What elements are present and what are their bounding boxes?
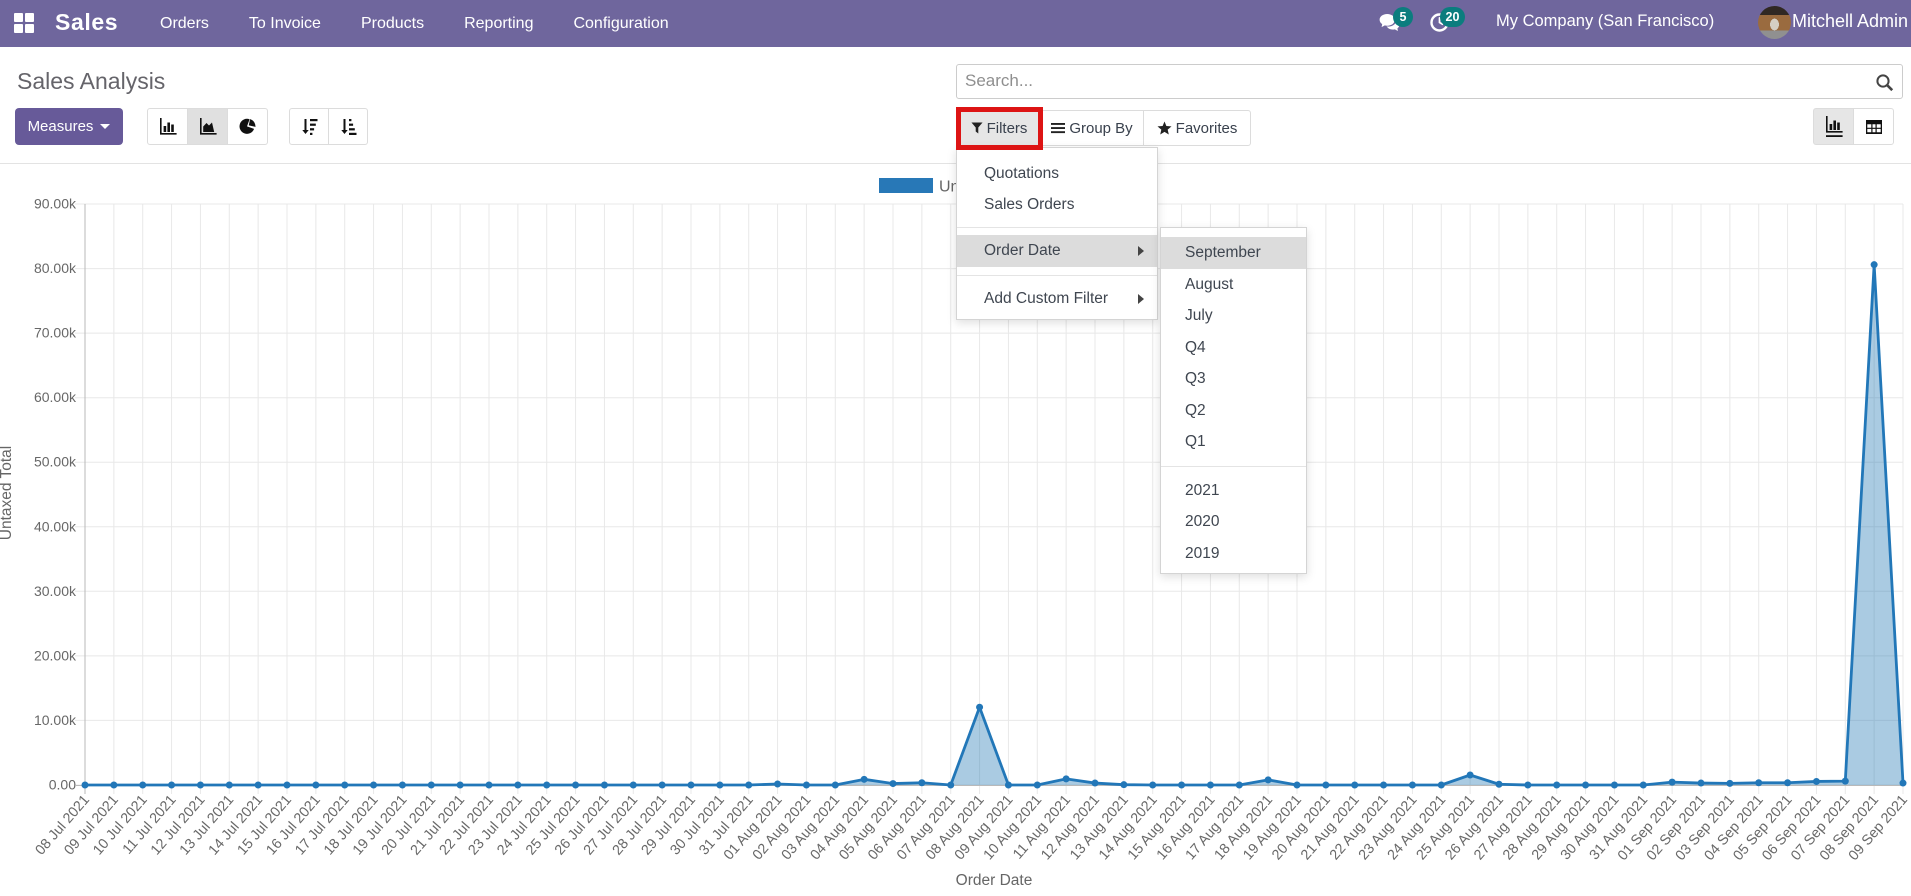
svg-text:40.00k: 40.00k (34, 518, 77, 534)
svg-text:20.00k: 20.00k (34, 647, 77, 663)
svg-text:70.00k: 70.00k (34, 325, 77, 341)
svg-text:Order Date: Order Date (956, 872, 1033, 889)
svg-text:Untaxed Total: Untaxed Total (0, 446, 15, 541)
svg-text:10.00k: 10.00k (34, 712, 77, 728)
svg-text:30.00k: 30.00k (34, 583, 77, 599)
svg-text:80.00k: 80.00k (34, 260, 77, 276)
svg-text:50.00k: 50.00k (34, 454, 77, 470)
svg-text:60.00k: 60.00k (34, 389, 77, 405)
svg-text:0.00: 0.00 (49, 777, 76, 793)
svg-text:90.00k: 90.00k (34, 196, 77, 212)
